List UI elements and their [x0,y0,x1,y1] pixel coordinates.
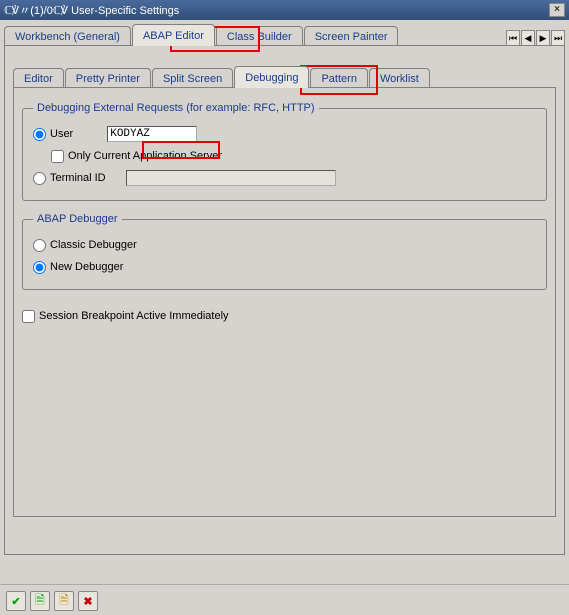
radio-terminal-id[interactable] [33,172,46,185]
window-title: ℂ℣〃(1)/0ℂ℣ User-Specific Settings [4,2,549,18]
main-tabstrip: Workbench (General) ABAP Editor Class Bu… [4,24,565,46]
separator [0,584,569,585]
bottom-toolbar: ✔ 🗎 🗎 ✖ [6,591,98,611]
sub-tab-body: Debugging External Requests (for example… [13,87,556,517]
group-abap-legend: ABAP Debugger [33,213,122,225]
label-terminal-id: Terminal ID [50,172,106,184]
tab-class-builder[interactable]: Class Builder [216,26,303,46]
tab-scroll-right-icon[interactable]: ▶ [536,30,550,46]
tab-screen-painter[interactable]: Screen Painter [304,26,399,46]
label-session-breakpoint: Session Breakpoint Active Immediately [39,310,229,322]
tab-scroll-left-icon[interactable]: ◀ [521,30,535,46]
label-new-debugger: New Debugger [50,261,123,273]
ok-button[interactable]: ✔ [6,591,26,611]
group-external-legend: Debugging External Requests (for example… [33,102,319,114]
checkbox-session-breakpoint[interactable] [22,310,35,323]
tab-abap-editor[interactable]: ABAP Editor [132,24,215,46]
sub-tab-debugging[interactable]: Debugging [234,66,309,88]
label-user: User [50,128,73,140]
radio-new-debugger[interactable] [33,261,46,274]
titlebar: ℂ℣〃(1)/0ℂ℣ User-Specific Settings × [0,0,569,20]
radio-classic-debugger[interactable] [33,239,46,252]
tab-scroll-first-icon[interactable]: ⏮ [506,30,520,46]
content: Workbench (General) ABAP Editor Class Bu… [0,20,569,585]
main-tab-body: Editor Pretty Printer Split Screen Debug… [4,45,565,555]
sub-tabstrip: Editor Pretty Printer Split Screen Debug… [13,66,556,88]
cancel-button[interactable]: ✖ [78,591,98,611]
radio-user[interactable] [33,128,46,141]
checkbox-only-current[interactable] [51,150,64,163]
user-input[interactable] [107,126,197,142]
close-button[interactable]: × [549,3,565,17]
sub-tab-split-screen[interactable]: Split Screen [152,68,233,88]
sub-tab-editor[interactable]: Editor [13,68,64,88]
label-only-current: Only Current Application Server [68,150,222,162]
tab-workbench[interactable]: Workbench (General) [4,26,131,46]
sub-tab-pattern[interactable]: Pattern [310,68,367,88]
diskette-green-icon: 🗎 [35,591,45,612]
check-icon: ✔ [11,595,20,608]
window: ℂ℣〃(1)/0ℂ℣ User-Specific Settings × Work… [0,0,569,615]
tab-scroll-last-icon[interactable]: ⏭ [551,30,565,46]
group-external-requests: Debugging External Requests (for example… [22,102,547,201]
sub-tab-pretty-printer[interactable]: Pretty Printer [65,68,151,88]
label-classic-debugger: Classic Debugger [50,239,137,251]
save-as-button[interactable]: 🗎 [54,591,74,611]
tab-scroll: ⏮ ◀ ▶ ⏭ [506,30,565,46]
sub-tab-worklist[interactable]: Worklist [369,68,430,88]
diskette-arrow-icon: 🗎 [59,591,69,612]
save-button[interactable]: 🗎 [30,591,50,611]
cancel-icon: ✖ [83,595,92,608]
terminal-id-input[interactable] [126,170,336,186]
group-abap-debugger: ABAP Debugger Classic Debugger New Debug… [22,213,547,290]
